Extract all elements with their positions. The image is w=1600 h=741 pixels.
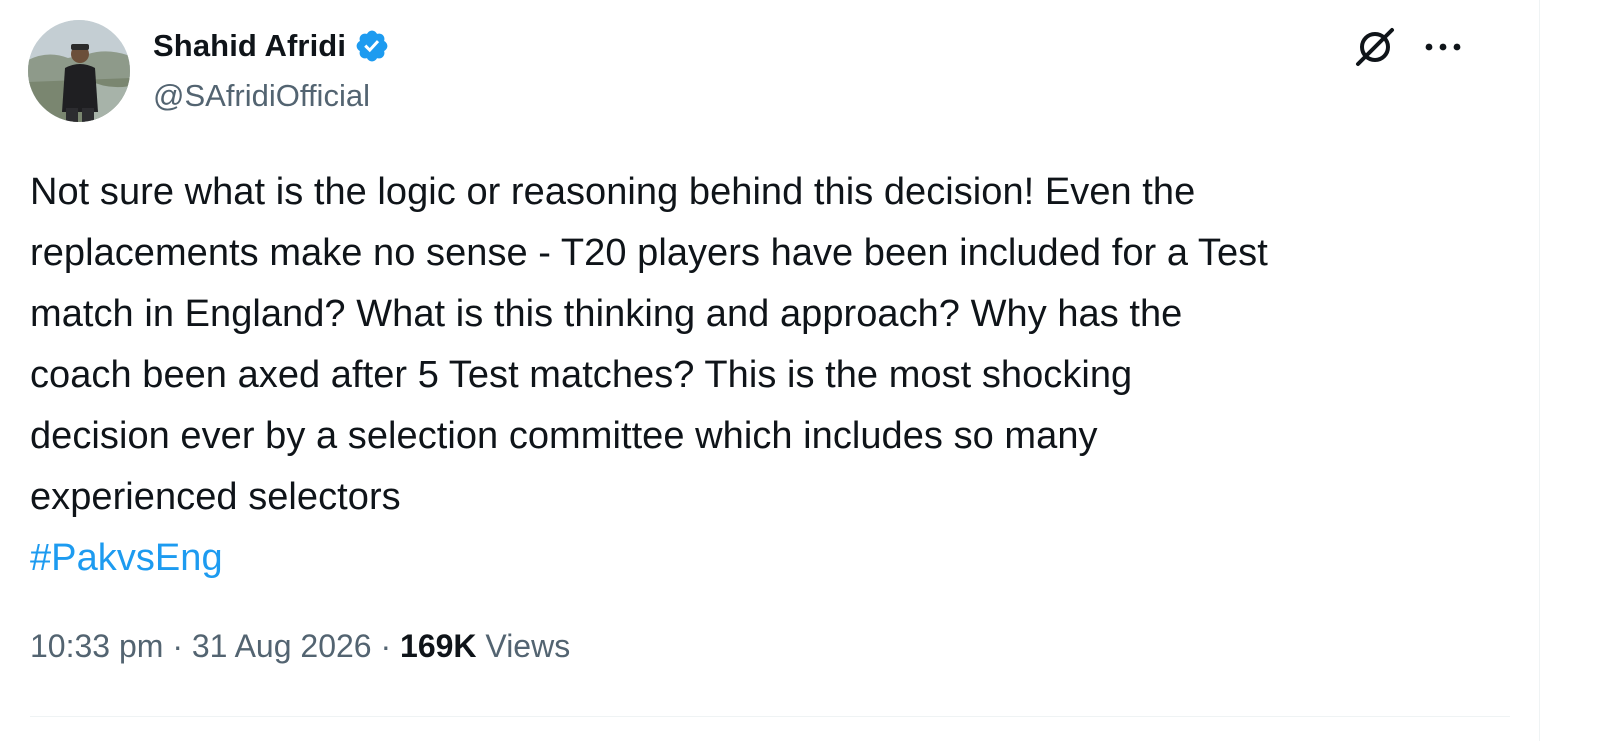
- tweet-text-line: decision ever by a selection committee w…: [30, 415, 1098, 457]
- views-label[interactable]: Views: [485, 628, 570, 664]
- tweet-card: Shahid Afridi @SAfridiOfficial Not sure …: [0, 0, 1540, 741]
- author-name-row: Shahid Afridi: [153, 26, 390, 66]
- tweet-text-line: match in England? What is this thinking …: [30, 293, 1183, 335]
- tweet-date[interactable]: 31 Aug 2026: [192, 628, 372, 664]
- meta-separator: ·: [380, 628, 392, 664]
- tweet-text-line: Not sure what is the logic or reasoning …: [30, 171, 1196, 213]
- avatar-photo: [28, 20, 130, 122]
- author-avatar[interactable]: [28, 20, 130, 122]
- tweet-text: Not sure what is the logic or reasoning …: [30, 162, 1500, 589]
- tweet-time[interactable]: 10:33 pm: [30, 628, 163, 664]
- more-options-icon[interactable]: [1420, 24, 1466, 70]
- author-handle[interactable]: @SAfridiOfficial: [153, 78, 370, 114]
- author-display-name[interactable]: Shahid Afridi: [153, 28, 346, 64]
- views-count[interactable]: 169K: [400, 628, 477, 664]
- hashtag-link[interactable]: #PakvsEng: [30, 537, 223, 579]
- grok-icon[interactable]: [1352, 24, 1398, 70]
- divider: [30, 716, 1510, 717]
- tweet-text-line: experienced selectors: [30, 476, 401, 518]
- meta-separator: ·: [172, 628, 183, 664]
- tweet-meta: 10:33 pm · 31 Aug 2026 · 169K Views: [30, 628, 570, 665]
- tweet-text-line: replacements make no sense - T20 players…: [30, 232, 1268, 274]
- verified-badge-icon[interactable]: [354, 28, 390, 64]
- tweet-text-line: coach been axed after 5 Test matches? Th…: [30, 354, 1133, 396]
